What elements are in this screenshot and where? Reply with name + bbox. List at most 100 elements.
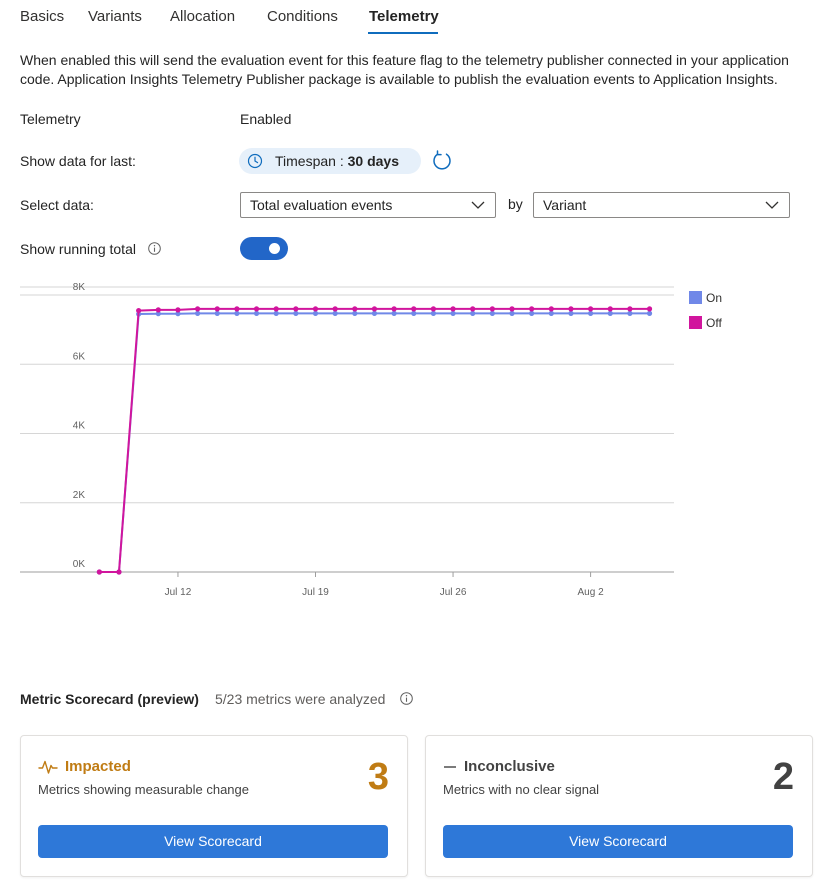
x-axis-ticks: Jul 12 Jul 19 Jul 26 Aug 2 <box>165 572 604 598</box>
timespan-text: Timespan : 30 days <box>275 153 399 169</box>
pulse-icon <box>38 760 58 774</box>
data-point-on <box>430 310 436 316</box>
active-tab-indicator <box>368 32 438 34</box>
data-point-on <box>391 310 397 316</box>
data-point-on <box>548 310 554 316</box>
scorecard-summary: 5/23 metrics were analyzed <box>215 691 386 707</box>
data-point-on <box>646 310 653 316</box>
y-tick-label: 2K <box>73 490 86 501</box>
data-point-on <box>312 310 319 316</box>
data-point-off <box>470 306 476 312</box>
data-point-off <box>450 306 456 312</box>
data-point-on <box>214 310 220 316</box>
impacted-heading: Impacted <box>38 758 131 775</box>
impacted-subtitle: Metrics showing measurable change <box>38 782 249 797</box>
chart-series <box>96 306 653 575</box>
data-point-off <box>253 306 260 312</box>
clock-icon <box>247 153 263 169</box>
impacted-count: 3 <box>367 756 389 798</box>
timespan-picker[interactable]: Timespan : 30 days <box>239 148 421 174</box>
data-point-on <box>195 310 201 316</box>
running-total-text: Show running total <box>20 241 136 257</box>
tab-bar: Basics Variants Allocation Conditions Te… <box>0 0 827 38</box>
y-tick-label: 4K <box>73 421 86 432</box>
data-point-off <box>195 306 201 312</box>
data-point-on <box>371 310 378 316</box>
data-point-on <box>253 310 260 316</box>
chart-gridlines <box>20 286 674 573</box>
data-point-on <box>568 310 574 316</box>
timespan-value: 30 days <box>347 153 399 169</box>
data-point-on <box>293 310 299 316</box>
data-point-on <box>588 310 594 316</box>
data-point-off <box>391 306 397 312</box>
data-point-on <box>352 310 358 316</box>
dash-icon <box>444 765 456 768</box>
impacted-title: Impacted <box>65 758 131 775</box>
data-point-off <box>214 306 220 312</box>
refresh-icon[interactable] <box>431 150 453 172</box>
tab-basics[interactable]: Basics <box>20 8 64 25</box>
chart-legend: On Off <box>689 291 722 330</box>
toggle-knob <box>269 243 280 254</box>
x-tick-label: Aug 2 <box>578 587 605 598</box>
y-axis-ticks: 0K 2K 4K 6K 8K <box>73 282 86 570</box>
data-point-off <box>607 306 613 312</box>
y-tick-label: 6K <box>73 351 86 362</box>
data-point-on <box>607 310 613 316</box>
data-point-off <box>371 306 378 312</box>
data-point-off <box>548 306 554 312</box>
select-data-label: Select data: <box>20 197 94 213</box>
chevron-down-icon <box>471 201 485 209</box>
tab-variants[interactable]: Variants <box>88 8 142 25</box>
data-point-off <box>646 306 653 312</box>
data-point-off <box>411 306 417 312</box>
data-point-on <box>234 310 240 316</box>
data-point-on <box>411 310 417 316</box>
inconclusive-count: 2 <box>772 756 794 798</box>
tab-allocation[interactable]: Allocation <box>170 8 235 25</box>
data-point-off <box>273 306 279 312</box>
x-tick-label: Jul 26 <box>440 587 467 598</box>
data-point-on <box>509 310 515 316</box>
inconclusive-subtitle: Metrics with no clear signal <box>443 782 600 797</box>
telemetry-label: Telemetry <box>20 111 81 127</box>
show-data-label: Show data for last: <box>20 153 136 169</box>
y-tick-label: 0K <box>73 559 86 570</box>
evaluation-events-chart: 0K 2K 4K 6K 8K Jul 12 Jul 19 Jul 26 Aug 2 On Off <box>20 282 722 598</box>
data-point-on <box>627 310 633 316</box>
data-point-off <box>568 306 574 312</box>
view-scorecard-button-inconclusive[interactable]: View Scorecard <box>443 825 793 858</box>
inconclusive-heading: Inconclusive <box>443 758 555 775</box>
data-point-on <box>489 310 495 316</box>
series-line-on <box>99 312 650 573</box>
tab-telemetry[interactable]: Telemetry <box>369 8 439 25</box>
metric-dropdown[interactable]: Total evaluation events <box>240 192 496 218</box>
data-point-off <box>588 306 594 312</box>
view-scorecard-button-impacted[interactable]: View Scorecard <box>38 825 388 858</box>
data-point-off <box>509 306 515 312</box>
running-total-toggle[interactable] <box>240 237 288 260</box>
data-point-off <box>155 307 161 313</box>
legend-label-off: Off <box>706 316 722 330</box>
data-point-off <box>332 306 338 312</box>
data-point-off <box>293 306 299 312</box>
by-label: by <box>508 196 523 212</box>
legend-swatch-off <box>689 316 702 329</box>
inconclusive-card: Inconclusive Metrics with no clear signa… <box>425 735 813 877</box>
data-point-on <box>332 310 338 316</box>
data-point-off <box>352 306 358 312</box>
data-point-on <box>529 310 535 316</box>
data-point-on <box>470 310 476 316</box>
info-icon[interactable] <box>148 242 161 255</box>
tab-conditions[interactable]: Conditions <box>267 8 338 25</box>
info-icon[interactable] <box>400 692 413 705</box>
data-point-off <box>529 306 535 312</box>
series-line-off <box>99 307 650 573</box>
data-point-off <box>312 306 319 312</box>
legend-swatch-on <box>689 291 702 304</box>
data-point-off <box>96 569 102 575</box>
data-point-off <box>489 306 495 312</box>
chevron-down-icon <box>765 201 779 209</box>
group-by-dropdown[interactable]: Variant <box>533 192 790 218</box>
